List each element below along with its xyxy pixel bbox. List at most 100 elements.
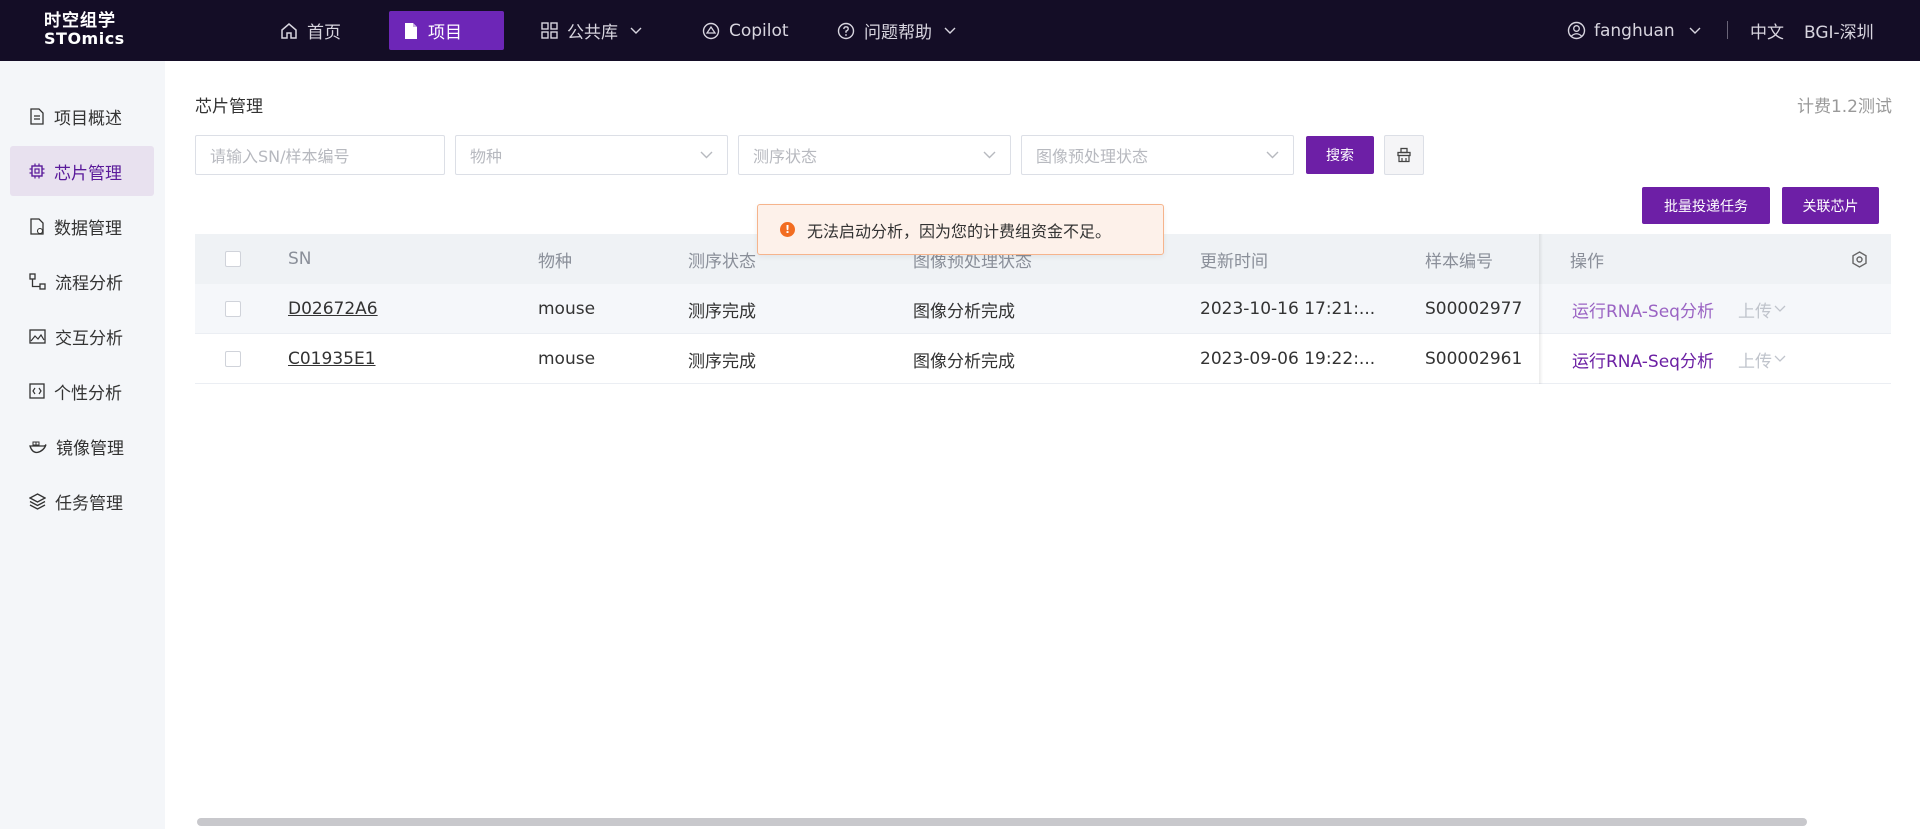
seq-status-select[interactable]: 测序状态 — [738, 135, 1011, 175]
logo[interactable]: 时空组学 STOmics — [44, 11, 125, 48]
user-menu[interactable]: fanghuan — [1567, 0, 1701, 61]
top-navbar: 时空组学 STOmics 首页 项目 公共库 Copilot 问题帮助 fang… — [0, 0, 1920, 61]
overview-icon — [30, 107, 44, 125]
horizontal-scrollbar[interactable] — [197, 818, 1807, 826]
seq-status-cell: 测序完成 — [688, 351, 756, 372]
table-row[interactable]: C01935E1 mouse 测序完成 图像分析完成 2023-09-06 19… — [195, 334, 1891, 384]
species-cell: mouse — [538, 299, 596, 319]
sn-link[interactable]: C01935E1 — [288, 334, 376, 384]
nav-public-library[interactable]: 公共库 — [527, 11, 656, 50]
language-switch[interactable]: 中文 — [1750, 0, 1784, 61]
nav-project[interactable]: 项目 — [389, 11, 504, 50]
chevron-down-icon — [1689, 27, 1701, 34]
sidebar-item-label: 流程分析 — [55, 273, 123, 294]
code-icon — [29, 383, 45, 399]
sidebar-item-label: 任务管理 — [55, 493, 123, 514]
logo-cn: 时空组学 — [44, 11, 116, 31]
sample-cell: S00002961 — [1425, 349, 1523, 369]
document-icon — [405, 22, 417, 39]
sample-cell: S00002977 — [1425, 299, 1523, 319]
species-placeholder: 物种 — [470, 147, 503, 166]
select-all-checkbox[interactable] — [225, 234, 241, 284]
logo-en: STOmics — [44, 29, 125, 48]
search-button[interactable]: 搜索 — [1306, 136, 1374, 174]
image-status-cell: 图像分析完成 — [913, 301, 1015, 322]
sidebar-item-label: 交互分析 — [55, 328, 123, 349]
nav-help[interactable]: 问题帮助 — [823, 11, 970, 50]
layers-icon — [29, 492, 46, 510]
home-icon — [281, 22, 297, 39]
sidebar-item-pipeline[interactable]: 流程分析 — [10, 257, 154, 305]
col-sn[interactable]: SN — [288, 234, 312, 284]
run-rna-seq-button[interactable]: 运行RNA-Seq分析 — [1572, 334, 1714, 384]
sidebar: 项目概述 芯片管理 数据管理 流程分析 交互分析 个性分析 镜像管理 任务管理 — [0, 61, 165, 829]
sidebar-item-custom-analysis[interactable]: 个性分析 — [10, 367, 154, 415]
clear-filter-button[interactable] — [1384, 135, 1424, 175]
upload-dropdown[interactable]: 上传 — [1738, 284, 1786, 334]
col-updated[interactable]: 更新时间 — [1200, 234, 1268, 284]
chevron-down-icon — [1266, 151, 1279, 159]
sidebar-item-image-management[interactable]: 镜像管理 — [10, 422, 154, 470]
chevron-down-icon — [944, 27, 956, 34]
sn-search-input[interactable]: 请输入SN/样本编号 — [195, 135, 445, 175]
image-icon — [29, 328, 46, 344]
billing-group-label: 计费1.2测试 — [1796, 97, 1892, 117]
broom-icon — [1397, 147, 1411, 163]
sidebar-item-label: 镜像管理 — [56, 438, 124, 459]
toast-message: 无法启动分析，因为您的计费组资金不足。 — [807, 221, 1112, 241]
nav-home[interactable]: 首页 — [266, 11, 355, 50]
updated-cell: 2023-10-16 17:21:... — [1200, 299, 1376, 319]
upload-label: 上传 — [1738, 351, 1772, 372]
col-ops: 操作 — [1570, 251, 1604, 272]
species-select[interactable]: 物种 — [455, 135, 728, 175]
sn-link[interactable]: D02672A6 — [288, 284, 378, 334]
row-checkbox[interactable] — [225, 284, 241, 334]
sidebar-item-chip-management[interactable]: 芯片管理 — [10, 146, 154, 196]
sidebar-item-task-management[interactable]: 任务管理 — [10, 477, 154, 525]
language-label: 中文 — [1750, 23, 1784, 43]
user-icon — [1567, 21, 1586, 40]
column-settings-button[interactable] — [1851, 234, 1868, 284]
seq-status-placeholder: 测序状态 — [753, 147, 818, 166]
chevron-down-icon — [630, 27, 642, 34]
nav-home-label: 首页 — [307, 23, 341, 43]
run-rna-seq-button[interactable]: 运行RNA-Seq分析 — [1572, 284, 1714, 334]
sidebar-item-label: 数据管理 — [54, 218, 122, 239]
nav-copilot[interactable]: Copilot — [688, 11, 803, 50]
col-sample[interactable]: 样本编号 — [1425, 234, 1493, 284]
nav-project-label: 项目 — [428, 23, 462, 43]
seq-status-cell: 测序完成 — [688, 301, 756, 322]
chevron-down-icon — [1774, 355, 1786, 362]
table-row[interactable]: D02672A6 mouse 测序完成 图像分析完成 2023-10-16 17… — [195, 284, 1891, 334]
col-species[interactable]: 物种 — [538, 234, 572, 284]
docker-icon — [29, 441, 47, 453]
sn-search-placeholder: 请输入SN/样本编号 — [210, 147, 350, 166]
species-cell: mouse — [538, 349, 596, 369]
sidebar-item-data-management[interactable]: 数据管理 — [10, 202, 154, 250]
image-status-placeholder: 图像预处理状态 — [1036, 147, 1149, 166]
sidebar-item-overview[interactable]: 项目概述 — [10, 92, 154, 140]
copilot-icon — [702, 22, 720, 39]
nav-help-label: 问题帮助 — [864, 23, 932, 43]
link-chip-button[interactable]: 关联芯片 — [1782, 187, 1879, 224]
chevron-down-icon — [700, 151, 713, 159]
chevron-down-icon — [983, 151, 996, 159]
sidebar-item-label: 个性分析 — [54, 383, 122, 404]
data-file-icon — [30, 217, 44, 235]
username: fanghuan — [1594, 20, 1675, 41]
warning-icon: ! — [780, 222, 795, 237]
image-status-select[interactable]: 图像预处理状态 — [1021, 135, 1294, 175]
warning-toast: ! 无法启动分析，因为您的计费组资金不足。 — [757, 204, 1164, 255]
batch-submit-button[interactable]: 批量投递任务 — [1642, 187, 1770, 224]
nav-public-library-label: 公共库 — [567, 23, 618, 43]
sidebar-item-interactive[interactable]: 交互分析 — [10, 312, 154, 360]
sidebar-item-label: 项目概述 — [54, 108, 122, 129]
upload-dropdown[interactable]: 上传 — [1738, 334, 1786, 384]
org-switch[interactable]: BGI-深圳 — [1804, 0, 1874, 61]
org-label: BGI-深圳 — [1804, 23, 1874, 43]
settings-icon — [1852, 250, 1867, 268]
image-status-cell: 图像分析完成 — [913, 351, 1015, 372]
col-seq-status[interactable]: 测序状态 — [688, 234, 756, 284]
row-checkbox[interactable] — [225, 334, 241, 384]
chevron-down-icon — [1774, 305, 1786, 312]
